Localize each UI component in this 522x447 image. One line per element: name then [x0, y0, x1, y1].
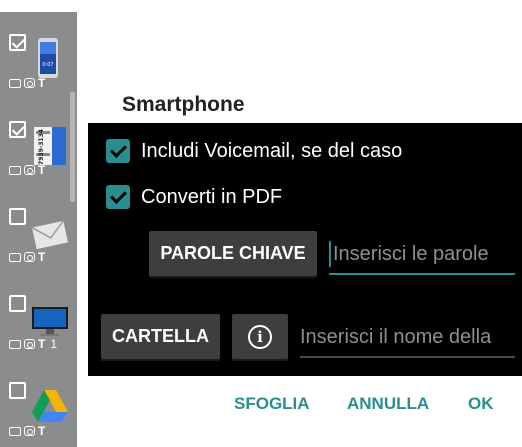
item-tools: T [9, 164, 45, 176]
info-icon: i [248, 324, 272, 349]
folder-placeholder: Inserisci il nome della [300, 325, 492, 348]
cancel-button[interactable]: ANNULLA [347, 394, 429, 414]
keywords-placeholder: Inserisci le parole [333, 242, 489, 265]
select-checkbox[interactable] [9, 121, 26, 138]
browse-button[interactable]: SFOGLIA [234, 394, 310, 414]
select-checkbox[interactable] [9, 295, 26, 312]
strip-item-monitor[interactable]: T 1 [0, 273, 77, 360]
item-tools: T [9, 251, 45, 263]
voicemail-checkbox[interactable] [106, 139, 130, 163]
option-voicemail[interactable]: Includi Voicemail, se del caso [106, 139, 402, 163]
strip-item-card[interactable]: 7939-3134 T [0, 99, 77, 186]
keywords-input[interactable]: Inserisci le parole [329, 235, 515, 275]
item-strip: 0:07 T 7939-3134 T T T 1 T [0, 12, 77, 447]
info-button[interactable]: i [232, 314, 288, 359]
folder-name-input[interactable]: Inserisci il nome della [300, 318, 515, 358]
svg-text:0:07: 0:07 [42, 62, 53, 68]
select-checkbox[interactable] [9, 382, 26, 399]
text-caret [329, 241, 331, 267]
text-icon[interactable]: T [38, 425, 45, 437]
dialog-body: Includi Voicemail, se del caso Converti … [88, 123, 522, 376]
camera-icon[interactable] [24, 78, 35, 88]
image-icon[interactable] [9, 252, 21, 262]
item-tools: T [9, 77, 45, 89]
strip-item-envelope[interactable]: T [0, 186, 77, 273]
option-pdf[interactable]: Converti in PDF [106, 185, 282, 209]
ok-button[interactable]: OK [468, 394, 494, 414]
keywords-button[interactable]: PAROLE CHIAVE [149, 231, 317, 276]
image-icon[interactable] [9, 426, 21, 436]
camera-icon[interactable] [24, 426, 35, 436]
image-icon[interactable] [9, 339, 21, 349]
text-icon[interactable]: T [38, 77, 45, 89]
strip-item-drive[interactable]: T [0, 360, 77, 447]
dialog-title: Smartphone [122, 93, 245, 116]
text-icon[interactable]: T [38, 338, 45, 350]
folder-button[interactable]: CARTELLA [101, 314, 220, 359]
image-icon[interactable] [9, 165, 21, 175]
strip-item-phone[interactable]: 0:07 T [0, 12, 77, 99]
voicemail-label: Includi Voicemail, se del caso [141, 139, 403, 162]
pdf-checkbox[interactable] [106, 185, 130, 209]
camera-icon[interactable] [24, 165, 35, 175]
dialog-actions: SFOGLIA ANNULLA OK [88, 376, 522, 447]
item-tools: T 1 [9, 337, 58, 351]
image-icon[interactable] [9, 78, 21, 88]
select-checkbox[interactable] [9, 34, 26, 51]
item-tools: T [9, 425, 45, 437]
camera-icon[interactable] [24, 339, 35, 349]
text-icon[interactable]: T [38, 251, 45, 263]
text-icon[interactable]: T [38, 164, 45, 176]
item-count: 1 [50, 337, 58, 351]
pdf-label: Converti in PDF [141, 185, 283, 208]
card-number-text: 7939-3134 [38, 129, 45, 165]
select-checkbox[interactable] [9, 208, 26, 225]
export-dialog: Smartphone Includi Voicemail, se del cas… [88, 47, 522, 447]
camera-icon[interactable] [24, 252, 35, 262]
